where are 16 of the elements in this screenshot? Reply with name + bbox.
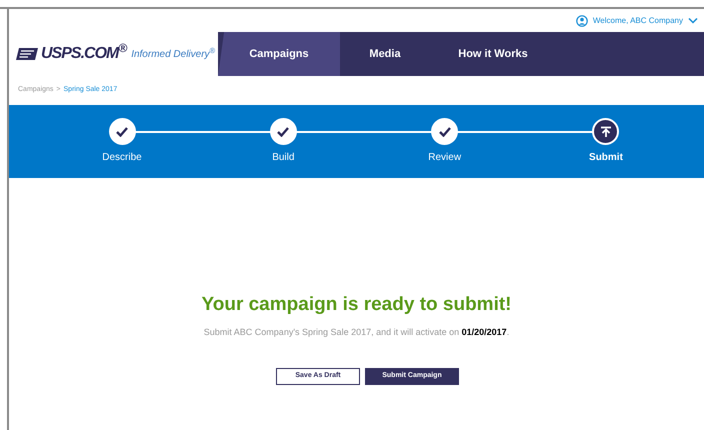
step-label: Review <box>428 151 462 165</box>
step-label: Submit <box>589 151 623 165</box>
upload-icon <box>600 126 612 138</box>
welcome-link[interactable]: Welcome, ABC Company <box>592 14 683 26</box>
chevron-down-icon[interactable] <box>688 17 698 24</box>
step-label: Build <box>272 151 294 165</box>
check-icon <box>277 126 290 136</box>
step-label: Describe <box>102 151 142 165</box>
check-icon <box>438 126 451 136</box>
check-icon <box>116 126 128 136</box>
nav-tab[interactable]: Campaigns <box>218 32 340 76</box>
usps-logo-text: USPS.COM$^{®}$ <box>41 42 126 64</box>
success-heading: Your campaign is ready to submit! <box>201 293 512 317</box>
user-icon <box>576 14 588 26</box>
activation-text: Submit ABC Company's Spring Sale 2017, and it will activate on 01/20/2017. <box>204 326 510 339</box>
product-name: Informed Delivery$^{®}$ <box>131 46 216 62</box>
